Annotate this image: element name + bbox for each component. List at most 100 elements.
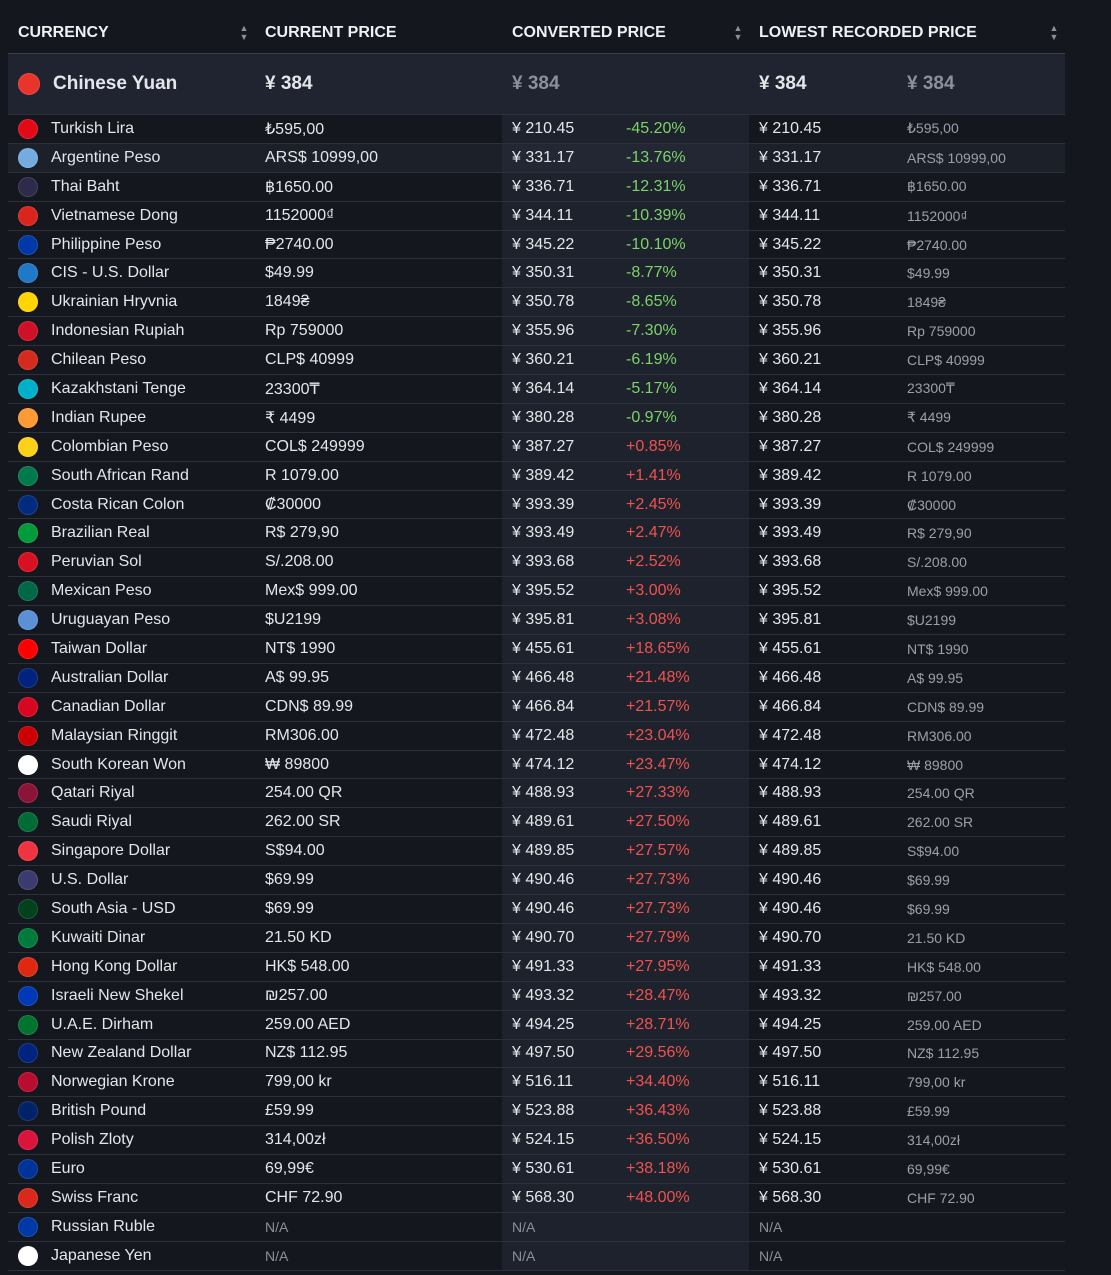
converted-price-cell: ¥ 210.45 -45.20% (502, 115, 749, 143)
lowest-price: ¥ 455.61 (759, 639, 822, 657)
lowest-price: ¥ 490.46 (759, 871, 822, 889)
currency-cell: Brazilian Real (8, 519, 255, 547)
table-row[interactable]: Indonesian Rupiah Rp 759000 ¥ 355.96 -7.30%… (8, 317, 1065, 347)
table-row[interactable]: Israeli New Shekel ₪257.00 ¥ 493.32 +28.47%… (8, 981, 1065, 1011)
table-row[interactable]: Malaysian Ringgit RM306.00 ¥ 472.48 +23.04%… (8, 721, 1065, 751)
header-currency[interactable]: CURRENCY ▲ ▼ (8, 12, 255, 53)
table-row[interactable]: South Asia - USD $69.99 ¥ 490.46 +27.73% ¥ 4… (8, 895, 1065, 924)
currency-cell: Indonesian Rupiah (8, 317, 255, 345)
sort-arrows-icon[interactable]: ▲ ▼ (239, 12, 249, 53)
lowest-price-cell: ¥ 395.81 $U2199 (749, 606, 1065, 634)
base-currency-row[interactable]: Chinese Yuan ¥ 384 ¥ 384 ¥ 384 ¥ 384 (8, 54, 1065, 115)
sort-arrows-icon[interactable]: ▲ ▼ (1049, 12, 1059, 53)
price-difference-percent: -6.19% (626, 351, 677, 369)
table-row[interactable]: Euro 69,99€ ¥ 530.61 +38.18% ¥ 530.61 69,99€ (8, 1155, 1065, 1184)
currency-name: Chilean Peso (51, 351, 147, 369)
lowest-original-price: $69.99 (907, 900, 950, 917)
converted-price: ¥ 355.96 (512, 322, 575, 340)
table-row[interactable]: Kuwaiti Dinar 21.50 KD ¥ 490.70 +27.79% ¥ 49… (8, 923, 1065, 953)
converted-price-cell: ¥ 488.93 +27.33% (502, 779, 749, 808)
lowest-original-price: 314,00zł (907, 1132, 960, 1149)
country-flag-icon (18, 552, 38, 573)
table-row[interactable]: U.S. Dollar $69.99 ¥ 490.46 +27.73% ¥ 490.46… (8, 866, 1065, 896)
currency-name: Australian Dollar (51, 668, 169, 686)
converted-price: ¥ 345.22 (512, 235, 575, 253)
table-row[interactable]: Japanese Yen N/A N/A N/A (8, 1241, 1065, 1271)
table-row[interactable]: Uruguayan Peso $U2199 ¥ 395.81 +3.08% ¥ 395.… (8, 606, 1065, 636)
current-price: R 1079.00 (265, 466, 339, 484)
current-price: N/A (265, 1218, 289, 1235)
header-lowest-recorded-price[interactable]: LOWEST RECORDED PRICE ▲ ▼ (749, 12, 1065, 53)
table-row[interactable]: Chilean Peso CLP$ 40999 ¥ 360.21 -6.19% ¥ 36… (8, 346, 1065, 376)
current-price: NZ$ 112.95 (265, 1044, 348, 1062)
converted-price: ¥ 393.68 (512, 553, 575, 571)
table-row[interactable]: CIS - U.S. Dollar $49.99 ¥ 350.31 -8.77% ¥ 3… (8, 259, 1065, 289)
base-converted-price: ¥ 384 (502, 54, 749, 114)
table-row[interactable]: Mexican Peso Mex$ 999.00 ¥ 395.52 +3.00% ¥ 3… (8, 577, 1065, 607)
table-row[interactable]: New Zealand Dollar NZ$ 112.95 ¥ 497.50 +29.… (8, 1039, 1065, 1069)
lowest-original-price: RM306.00 (907, 727, 972, 744)
country-flag-icon (18, 205, 38, 226)
table-row[interactable]: Saudi Riyal 262.00 SR ¥ 489.61 +27.50% ¥ 489… (8, 808, 1065, 838)
header-current-price[interactable]: CURRENT PRICE (255, 12, 502, 53)
table-row[interactable]: U.A.E. Dirham 259.00 AED ¥ 494.25 +28.71% ¥ … (8, 1010, 1065, 1040)
currency-name: Indonesian Rupiah (51, 322, 185, 340)
currency-cell: Mexican Peso (8, 577, 255, 605)
table-row[interactable]: Turkish Lira ₺595,00 ¥ 210.45 -45.20% ¥ 210.… (8, 115, 1065, 144)
table-row[interactable]: Ukrainian Hryvnia 1849₴ ¥ 350.78 -8.65% ¥ 35… (8, 288, 1065, 318)
table-row[interactable]: Russian Ruble N/A N/A N/A (8, 1212, 1065, 1242)
table-row[interactable]: Qatari Riyal 254.00 QR ¥ 488.93 +27.33% ¥ 48… (8, 779, 1065, 809)
lowest-price: ¥ 494.25 (759, 1015, 822, 1033)
currency-cell: Philippine Peso (8, 231, 255, 259)
currency-price-table: CURRENCY ▲ ▼ CURRENT PRICE CONVERTED PRIC… (8, 12, 1065, 1271)
table-row[interactable]: Colombian Peso COL$ 249999 ¥ 387.27 +0.85% ¥… (8, 432, 1065, 462)
currency-name: Polish Zloty (51, 1131, 134, 1149)
table-row[interactable]: Polish Zloty 314,00zł ¥ 524.15 +36.50% ¥ 524… (8, 1126, 1065, 1156)
price-difference-percent: -8.77% (626, 264, 677, 282)
table-row[interactable]: Costa Rican Colon ₡30000 ¥ 393.39 +2.45% ¥ 3… (8, 490, 1065, 520)
currency-name: Kazakhstani Tenge (51, 379, 186, 397)
table-row[interactable]: Norwegian Krone 799,00 kr ¥ 516.11 +34.40% ¥… (8, 1068, 1065, 1098)
lowest-original-price: R$ 279,90 (907, 525, 972, 542)
table-row[interactable]: Peruvian Sol S/.208.00 ¥ 393.68 +2.52% ¥ 393… (8, 548, 1065, 578)
lowest-price-cell: N/A (749, 1242, 1065, 1270)
header-converted-price[interactable]: CONVERTED PRICE ▲ ▼ (502, 12, 749, 53)
current-price: ₹ 4499 (265, 409, 316, 427)
currency-cell: Australian Dollar (8, 664, 255, 692)
table-row[interactable]: Vietnamese Dong 1152000₫ ¥ 344.11 -10.39% ¥ … (8, 201, 1065, 231)
currency-cell: Chilean Peso (8, 346, 255, 374)
table-row[interactable]: Canadian Dollar CDN$ 89.99 ¥ 466.84 +21.57%… (8, 692, 1065, 722)
table-row[interactable]: Singapore Dollar S$94.00 ¥ 489.85 +27.57% ¥ … (8, 837, 1065, 867)
table-row[interactable]: Taiwan Dollar NT$ 1990 ¥ 455.61 +18.65% ¥ 45… (8, 635, 1065, 664)
table-row[interactable]: Swiss Franc CHF 72.90 ¥ 568.30 +48.00% ¥ 568… (8, 1183, 1065, 1213)
lowest-price-cell: ¥ 489.61 262.00 SR (749, 808, 1065, 836)
table-row[interactable]: Brazilian Real R$ 279,90 ¥ 393.49 +2.47% ¥ 3… (8, 519, 1065, 549)
table-row[interactable]: Thai Baht ฿1650.00 ¥ 336.71 -12.31% ¥ 336.71… (8, 172, 1065, 202)
converted-price-cell: ¥ 455.61 +18.65% (502, 635, 749, 663)
current-price: R$ 279,90 (265, 524, 339, 542)
table-row[interactable]: Argentine Peso ARS$ 10999,00 ¥ 331.17 -13.7… (8, 143, 1065, 173)
lowest-original-price: 799,00 kr (907, 1074, 966, 1091)
table-row[interactable]: Philippine Peso ₱2740.00 ¥ 345.22 -10.10% ¥ … (8, 230, 1065, 260)
converted-price: ¥ 494.25 (512, 1015, 575, 1033)
table-row[interactable]: Australian Dollar A$ 99.95 ¥ 466.48 +21.48%… (8, 663, 1065, 693)
converted-price-cell: ¥ 393.39 +2.45% (502, 490, 749, 519)
table-row[interactable]: Indian Rupee ₹ 4499 ¥ 380.28 -0.97% ¥ 380.28… (8, 403, 1065, 433)
lowest-price: ¥ 466.48 (759, 668, 822, 686)
table-row[interactable]: South African Rand R 1079.00 ¥ 389.42 +1.41… (8, 461, 1065, 491)
table-row[interactable]: Kazakhstani Tenge 23300₸ ¥ 364.14 -5.17% ¥ 3… (8, 375, 1065, 404)
country-flag-icon (18, 350, 38, 371)
lowest-original-price: 23300₸ (907, 380, 955, 397)
price-difference-percent: +2.45% (626, 495, 681, 513)
lowest-price-cell: ¥ 494.25 259.00 AED (749, 1011, 1065, 1039)
table-row[interactable]: South Korean Won ₩ 89800 ¥ 474.12 +23.47% ¥ … (8, 750, 1065, 780)
converted-price: ¥ 393.39 (512, 495, 575, 513)
lowest-price-cell: ¥ 497.50 NZ$ 112.95 (749, 1040, 1065, 1068)
sort-arrows-icon[interactable]: ▲ ▼ (733, 12, 743, 53)
price-difference-percent: +27.33% (626, 784, 690, 802)
table-row[interactable]: Hong Kong Dollar HK$ 548.00 ¥ 491.33 +27.95… (8, 952, 1065, 982)
lowest-price: ¥ 360.21 (759, 351, 822, 369)
lowest-original-price: 1849₴ (907, 294, 946, 311)
currency-cell: Colombian Peso (8, 433, 255, 461)
table-row[interactable]: British Pound £59.99 ¥ 523.88 +36.43% ¥ 523.… (8, 1097, 1065, 1127)
